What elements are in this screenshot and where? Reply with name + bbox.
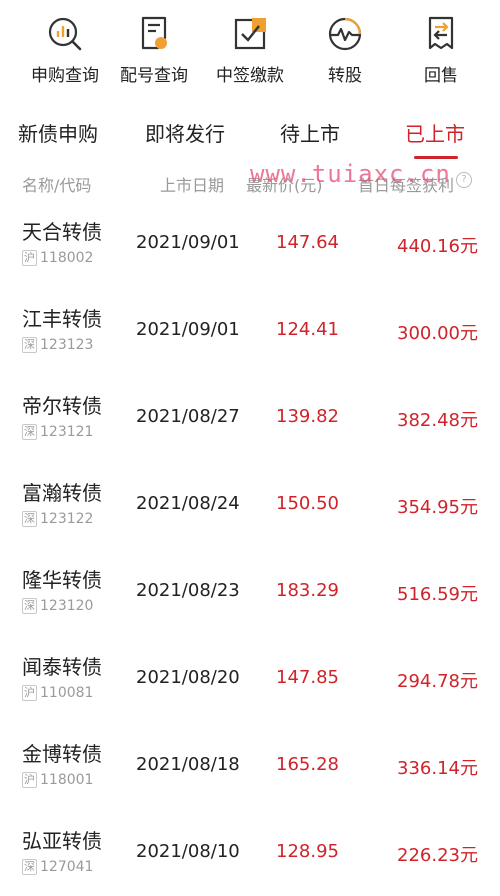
table-row[interactable]: 弘亚转债 深 127041 2021/08/10 128.95 226.23元 [0, 809, 500, 896]
bond-code: 沪 118001 [22, 772, 93, 788]
table-row[interactable]: 江丰转债 深 123123 2021/09/01 124.41 300.00元 [0, 287, 500, 374]
tab-upcoming-issue[interactable]: 即将发行 [145, 118, 225, 147]
nav-label: 中签缴款 [216, 66, 284, 86]
nav-payment[interactable]: 中签缴款 [204, 14, 296, 86]
table-row[interactable]: 隆华转债 深 123120 2021/08/23 183.29 516.59元 [0, 548, 500, 635]
header-name-code: 名称/代码 [22, 176, 92, 195]
latest-price: 183.29 [276, 580, 339, 601]
list-date: 2021/08/27 [136, 406, 240, 427]
latest-price: 128.95 [276, 841, 339, 862]
tab-bar: 新债申购 即将发行 待上市 已上市 [0, 104, 500, 160]
header-list-date: 上市日期 [160, 176, 225, 195]
first-day-profit: 300.00元 [397, 323, 478, 344]
latest-price: 150.50 [276, 493, 339, 514]
table-row[interactable]: 天合转债 沪 118002 2021/09/01 147.64 440.16元 [0, 200, 500, 287]
first-day-profit: 226.23元 [397, 845, 478, 866]
nav-subscription-query[interactable]: 申购查询 [19, 14, 111, 86]
market-badge: 深 [22, 511, 37, 527]
bond-code: 沪 110081 [22, 685, 93, 701]
list-date: 2021/08/23 [136, 580, 240, 601]
help-icon[interactable]: ? [456, 172, 473, 188]
nav-conversion[interactable]: 转股 [299, 14, 391, 86]
checkbox-icon [234, 18, 266, 50]
first-day-profit: 354.95元 [397, 497, 478, 518]
code-text: 123120 [40, 598, 94, 614]
list-date: 2021/08/10 [136, 841, 240, 862]
table-row[interactable]: 帝尔转债 深 123121 2021/08/27 139.82 382.48元 [0, 374, 500, 461]
nav-label: 申购查询 [31, 66, 99, 86]
tab-pending-listing[interactable]: 待上市 [280, 118, 340, 147]
bond-code: 深 123123 [22, 337, 93, 353]
active-tab-indicator [414, 156, 458, 159]
tab-new-bond-subscription[interactable]: 新债申购 [18, 118, 98, 147]
first-day-profit: 516.59元 [397, 584, 478, 605]
code-text: 123122 [40, 511, 94, 527]
nav-label: 回售 [424, 66, 458, 86]
code-text: 123123 [40, 337, 94, 353]
bond-code: 沪 118002 [22, 250, 93, 266]
code-text: 110081 [40, 685, 94, 701]
bond-name: 富瀚转债 [22, 481, 102, 505]
first-day-profit: 382.48元 [397, 410, 478, 431]
list-date: 2021/08/20 [136, 667, 240, 688]
latest-price: 139.82 [276, 406, 339, 427]
bond-code: 深 123121 [22, 424, 93, 440]
code-text: 123121 [40, 424, 94, 440]
first-day-profit: 336.14元 [397, 758, 478, 779]
first-day-profit: 294.78元 [397, 671, 478, 692]
market-badge: 沪 [22, 685, 37, 701]
market-badge: 深 [22, 859, 37, 875]
bond-name: 隆华转债 [22, 568, 102, 592]
code-text: 118001 [40, 772, 94, 788]
market-badge: 深 [22, 424, 37, 440]
bond-code: 深 127041 [22, 859, 93, 875]
return-document-icon [428, 16, 454, 50]
list-date: 2021/08/24 [136, 493, 240, 514]
list-date: 2021/09/01 [136, 232, 240, 253]
tab-listed[interactable]: 已上市 [405, 118, 465, 147]
bond-name: 天合转债 [22, 220, 102, 244]
bond-name: 闻泰转债 [22, 655, 102, 679]
market-badge: 沪 [22, 250, 37, 266]
first-day-profit: 440.16元 [397, 236, 478, 257]
nav-putback[interactable]: 回售 [395, 14, 487, 86]
bond-list: 天合转债 沪 118002 2021/09/01 147.64 440.16元 江… [0, 200, 500, 896]
nav-allotment-query[interactable]: 配号查询 [108, 14, 200, 86]
latest-price: 147.85 [276, 667, 339, 688]
bond-name: 弘亚转债 [22, 829, 102, 853]
bond-name: 金博转债 [22, 742, 102, 766]
nav-label: 配号查询 [120, 66, 188, 86]
nav-label: 转股 [328, 66, 362, 86]
bond-code: 深 123120 [22, 598, 93, 614]
top-nav: 申购查询 配号查询 中签缴款 转股 回售 [0, 0, 500, 92]
watermark: www.tuiaxc.cn [250, 160, 451, 188]
list-date: 2021/09/01 [136, 319, 240, 340]
list-date: 2021/08/18 [136, 754, 240, 775]
latest-price: 147.64 [276, 232, 339, 253]
table-row[interactable]: 闻泰转债 沪 110081 2021/08/20 147.85 294.78元 [0, 635, 500, 722]
market-badge: 深 [22, 337, 37, 353]
bond-code: 深 123122 [22, 511, 93, 527]
market-badge: 沪 [22, 772, 37, 788]
bond-name: 帝尔转债 [22, 394, 102, 418]
latest-price: 165.28 [276, 754, 339, 775]
code-text: 127041 [40, 859, 94, 875]
pulse-chart-icon [328, 17, 362, 51]
document-list-icon [141, 16, 167, 50]
table-row[interactable]: 金博转债 沪 118001 2021/08/18 165.28 336.14元 [0, 722, 500, 809]
search-chart-icon [48, 17, 82, 51]
market-badge: 深 [22, 598, 37, 614]
code-text: 118002 [40, 250, 94, 266]
latest-price: 124.41 [276, 319, 339, 340]
bond-name: 江丰转债 [22, 307, 102, 331]
table-row[interactable]: 富瀚转债 深 123122 2021/08/24 150.50 354.95元 [0, 461, 500, 548]
